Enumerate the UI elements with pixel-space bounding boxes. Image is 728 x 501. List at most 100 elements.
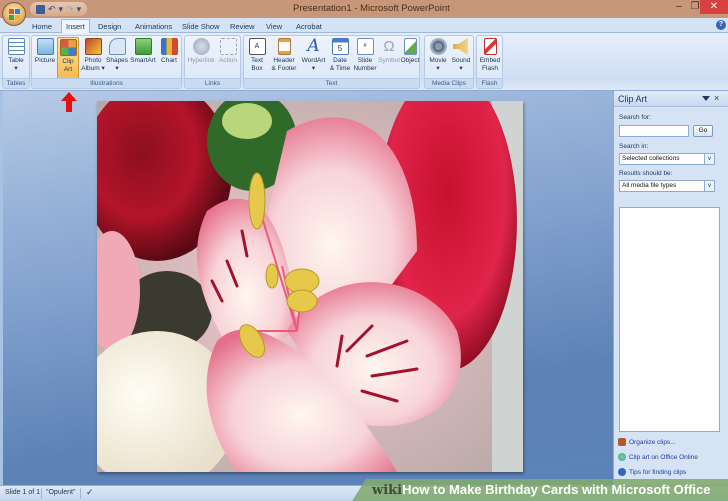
slide-number-icon: #: [356, 38, 374, 55]
group-illustrations: Picture Clip Art Photo Album ▾ Shapes ▾ …: [31, 35, 182, 89]
watermark-wiki: wiki: [372, 483, 403, 498]
title-bar: ↶ ▾ ↷ ▾ Presentation1 - Microsoft PowerP…: [0, 0, 728, 18]
office-button[interactable]: [2, 2, 26, 26]
wikihow-watermark: wikiHow to Make Birthday Cards with Micr…: [352, 479, 728, 501]
organize-clips-icon: [618, 438, 626, 446]
shapes-icon: [108, 38, 126, 55]
group-label-links: Links: [185, 78, 240, 88]
picture-icon: [36, 38, 54, 55]
table-button[interactable]: Table ▾: [5, 37, 27, 72]
tab-animations[interactable]: Animations: [131, 20, 176, 33]
group-text: A Text Box Header & Footer A WordArt ▾ 5…: [243, 35, 420, 89]
group-label-illustrations: Illustrations: [32, 78, 181, 88]
pane-options-dropdown-icon[interactable]: [702, 96, 710, 101]
group-media-clips: Movie ▾ Sound ▾ Media Clips: [424, 35, 474, 89]
ribbon: Table ▾ Tables Picture Clip Art Photo Al…: [0, 33, 728, 91]
customize-qat-icon[interactable]: ▾: [77, 3, 82, 15]
sound-button[interactable]: Sound ▾: [450, 37, 472, 72]
chart-icon: [160, 38, 178, 55]
redo-icon[interactable]: ↷: [66, 3, 74, 15]
clip-art-online-link[interactable]: Clip art on Office Online: [618, 453, 698, 461]
clip-results-list[interactable]: [619, 207, 720, 432]
date-time-button[interactable]: 5 Date & Time: [328, 37, 352, 72]
office-logo-icon: [9, 9, 20, 20]
film-reel-icon: [429, 38, 447, 55]
omega-icon: Ω: [383, 38, 395, 55]
group-flash: Embed Flash Flash: [476, 35, 503, 89]
pane-close-icon[interactable]: ×: [714, 93, 719, 103]
tab-acrobat[interactable]: Acrobat: [292, 20, 326, 33]
status-separator: [41, 488, 42, 499]
go-button[interactable]: Go: [693, 125, 713, 137]
clip-art-icon: [59, 39, 77, 56]
text-box-icon: A: [248, 38, 266, 55]
results-should-be-label: Results should be:: [619, 170, 673, 177]
quick-access-toolbar: ↶ ▾ ↷ ▾: [30, 2, 88, 16]
chevron-down-icon[interactable]: v: [704, 154, 714, 164]
help-circle-icon: [618, 468, 626, 476]
group-label-tables: Tables: [3, 78, 29, 88]
photo-album-button[interactable]: Photo Album ▾: [81, 37, 105, 72]
powerpoint-window: ↶ ▾ ↷ ▾ Presentation1 - Microsoft PowerP…: [0, 0, 728, 501]
tab-view[interactable]: View: [262, 20, 286, 33]
save-icon[interactable]: [36, 4, 45, 14]
tab-review[interactable]: Review: [226, 20, 259, 33]
clip-art-button[interactable]: Clip Art: [57, 37, 79, 80]
tips-finding-clips-link[interactable]: Tips for finding clips: [618, 468, 686, 476]
chart-button[interactable]: Chart: [158, 37, 180, 65]
symbol-button[interactable]: Ω Symbol: [378, 37, 400, 65]
globe-icon: [618, 453, 626, 461]
organize-clips-link[interactable]: Organize clips...: [618, 438, 676, 446]
photo-album-icon: [84, 38, 102, 55]
header-footer-icon: [277, 38, 291, 55]
shapes-button[interactable]: Shapes ▾: [106, 37, 128, 72]
close-button[interactable]: ✕: [700, 0, 728, 14]
group-links: Hyperlink Action Links: [184, 35, 241, 89]
smartart-button[interactable]: SmartArt: [129, 37, 157, 65]
results-type-select[interactable]: All media file types v: [619, 180, 715, 192]
date-time-icon: 5: [331, 38, 349, 55]
status-separator: [80, 488, 81, 499]
tab-slide-show[interactable]: Slide Show: [178, 20, 224, 33]
group-label-text: Text: [244, 78, 419, 88]
object-button[interactable]: Object: [399, 37, 421, 65]
action-button[interactable]: Action: [216, 37, 240, 65]
tab-design[interactable]: Design: [94, 20, 125, 33]
search-for-label: Search for:: [619, 114, 651, 121]
red-arrow-annotation-icon: [61, 92, 77, 112]
flower-photo[interactable]: [97, 101, 523, 472]
movie-button[interactable]: Movie ▾: [427, 37, 449, 72]
group-label-media-clips: Media Clips: [425, 78, 473, 88]
picture-button[interactable]: Picture: [34, 37, 56, 65]
text-box-button[interactable]: A Text Box: [246, 37, 268, 72]
clip-art-pane-title: Clip Art: [618, 94, 648, 104]
hyperlink-icon: [192, 38, 210, 55]
smartart-icon: [134, 38, 152, 55]
wordart-button[interactable]: A WordArt ▾: [300, 37, 327, 72]
group-tables: Table ▾ Tables: [2, 35, 30, 89]
clip-art-pane-header: Clip Art ×: [614, 91, 728, 107]
minimize-button[interactable]: –: [672, 0, 686, 14]
group-label-flash: Flash: [477, 78, 502, 88]
header-footer-button[interactable]: Header & Footer: [269, 37, 299, 72]
search-in-select[interactable]: Selected collections v: [619, 153, 715, 165]
action-icon: [219, 38, 237, 55]
undo-dropdown-icon[interactable]: ▾: [59, 3, 64, 15]
flash-icon: [483, 38, 497, 55]
spell-check-icon[interactable]: ✓: [86, 487, 94, 498]
speaker-icon: [452, 38, 468, 55]
hyperlink-button[interactable]: Hyperlink: [187, 37, 215, 65]
search-in-label: Search in:: [619, 143, 649, 150]
slide-number-button[interactable]: # Slide Number: [352, 37, 378, 72]
chevron-down-icon[interactable]: v: [704, 181, 714, 191]
help-icon[interactable]: ?: [716, 20, 726, 30]
embed-flash-button[interactable]: Embed Flash: [478, 37, 502, 72]
tab-home[interactable]: Home: [28, 20, 56, 33]
slide-canvas[interactable]: [97, 101, 523, 472]
search-for-input[interactable]: [619, 125, 689, 137]
wordart-icon: A: [307, 36, 320, 56]
clip-art-pane: Clip Art × Search for: Go Search in: Sel…: [613, 91, 728, 485]
undo-icon[interactable]: ↶: [48, 3, 56, 15]
ribbon-tabs: Home Insert Design Animations Slide Show…: [0, 18, 728, 34]
tab-insert[interactable]: Insert: [61, 19, 90, 34]
